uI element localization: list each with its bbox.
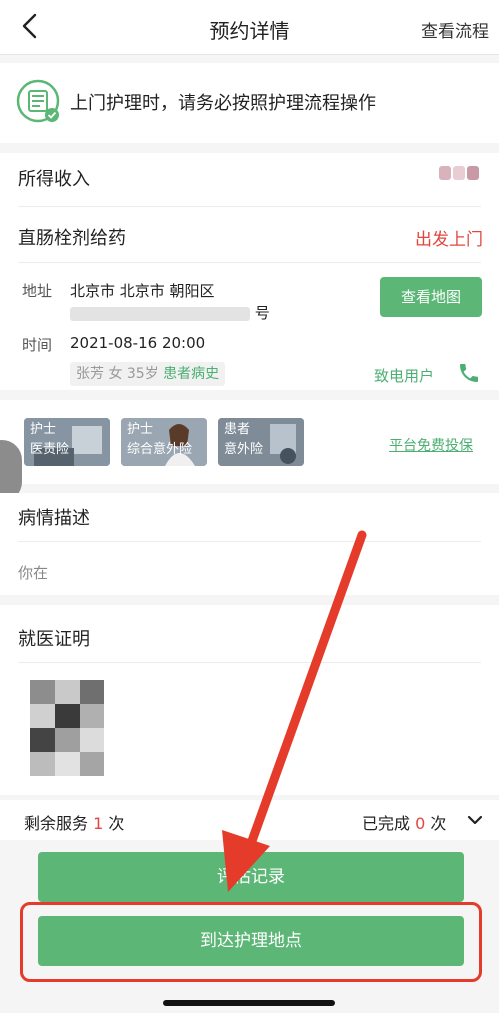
notice-banner: 上门护理时，请务必按照护理流程操作 [0,63,499,143]
address-line2: 号 [70,302,270,323]
proof-image-pixelated [30,680,104,776]
description-label: 病情描述 [18,508,90,529]
time-value: 2021-08-16 20:00 [70,334,206,352]
divider [18,541,481,542]
address-redacted [70,306,250,321]
remaining-services: 剩余服务 1 次 [24,810,124,834]
remaining-label: 剩余服务 [24,814,89,833]
address-suffix: 号 [254,304,270,322]
chevron-down-icon[interactable] [467,814,483,826]
free-insurance-link[interactable]: 平台免费投保 [389,435,473,455]
address-line1: 北京市 北京市 朝阳区 [70,282,215,300]
completed-count: 0 [415,814,426,833]
notice-text: 上门护理时，请务必按照护理流程操作 [70,93,376,114]
proof-label: 就医证明 [18,629,90,650]
service-name: 直肠栓剂给药 [18,228,126,249]
evaluation-record-button[interactable]: 评估记录 [38,852,464,902]
patient-tag: 张芳 女 35岁 患者病史 [70,362,226,386]
time-label: 时间 [22,336,53,354]
insurance-line2: 综合意外险 [127,442,193,457]
insurance-item[interactable]: 护士 综合意外险 [121,418,207,466]
insurance-line1: 护士 [30,422,57,437]
divider [18,262,481,263]
view-process-link[interactable]: 查看流程 [421,17,489,42]
home-indicator [163,1000,335,1006]
insurance-item[interactable]: 患者 意外险 [218,418,304,466]
completed-unit: 次 [430,814,447,833]
insurance-line1: 患者 [224,422,251,437]
proof-image[interactable] [30,680,104,776]
insurance-line2: 意外险 [224,442,264,457]
divider [18,206,481,207]
insurance-line1: 护士 [127,422,154,437]
view-map-button[interactable]: 查看地图 [380,277,482,317]
insurance-line2: 医责险 [30,442,70,457]
income-label: 所得收入 [18,169,90,190]
income-value-redacted [439,166,479,180]
remaining-unit: 次 [108,814,125,833]
completed-services: 已完成 0 次 [362,810,446,834]
document-check-icon [16,79,60,123]
insurance-item[interactable]: 护士 医责险 [24,418,110,466]
patient-info: 张芳 女 35岁 [76,366,159,382]
divider [18,662,481,663]
call-user-link[interactable]: 致电用户 [374,365,434,386]
highlight-box [20,902,482,982]
nav-bar: 预约详情 查看流程 [0,0,499,55]
service-summary: 剩余服务 1 次 已完成 0 次 [0,800,499,840]
depart-status[interactable]: 出发上门 [415,225,483,250]
address-label: 地址 [22,282,53,300]
description-text: 你在 [18,564,49,582]
completed-label: 已完成 [362,814,411,833]
phone-icon[interactable] [457,361,481,385]
remaining-count: 1 [93,814,104,833]
patient-history-link[interactable]: 患者病史 [163,366,219,382]
